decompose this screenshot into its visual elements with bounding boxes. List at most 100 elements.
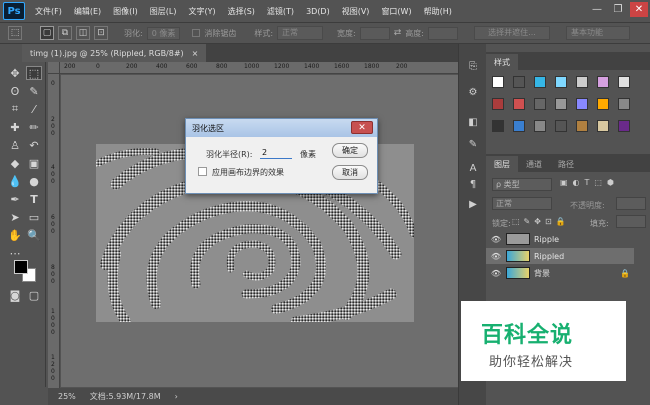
menu-image[interactable]: 图像(I) — [107, 6, 144, 17]
healing-brush-icon[interactable]: ✚ — [7, 120, 23, 134]
dialog-close-button[interactable]: ✕ — [351, 121, 373, 134]
blend-mode-select[interactable]: 正常 — [492, 197, 552, 210]
style-swatch[interactable] — [492, 120, 504, 132]
blur-tool-icon[interactable]: 💧 — [7, 174, 23, 188]
style-swatch[interactable] — [534, 120, 546, 132]
quick-select-icon[interactable]: ✎ — [26, 84, 42, 98]
style-swatch[interactable] — [555, 76, 567, 88]
gradient-tool-icon[interactable]: ▣ — [26, 156, 42, 170]
workspace-select[interactable]: 基本功能 — [566, 26, 630, 40]
layer-row[interactable]: 👁 Ripple — [486, 231, 634, 247]
tab-styles[interactable]: 样式 — [486, 54, 518, 70]
dodge-tool-icon[interactable]: ● — [26, 174, 42, 188]
style-swatch[interactable] — [513, 98, 525, 110]
path-select-icon[interactable]: ➤ — [7, 210, 23, 224]
paragraph-panel-icon[interactable]: ¶ — [465, 176, 481, 192]
intersect-selection-icon[interactable]: ⊡ — [94, 26, 108, 40]
select-and-mask-button[interactable]: 选择并遮住... — [474, 26, 550, 40]
menu-help[interactable]: 帮助(H) — [418, 6, 458, 17]
tab-paths[interactable]: 路径 — [550, 156, 582, 172]
opacity-input[interactable] — [616, 197, 646, 210]
style-swatch[interactable] — [555, 120, 567, 132]
marquee-tool-icon[interactable]: ⬚ — [26, 66, 42, 80]
tab-layers[interactable]: 图层 — [486, 156, 518, 172]
foreground-color-swatch[interactable] — [14, 260, 28, 274]
lasso-tool-icon[interactable]: ʘ — [7, 84, 23, 98]
style-swatch[interactable] — [618, 120, 630, 132]
zoom-tool-icon[interactable]: 🔍 — [26, 228, 42, 242]
height-input[interactable] — [428, 26, 458, 40]
minimize-button[interactable]: — — [588, 2, 606, 17]
type-tool-icon[interactable]: T — [26, 192, 42, 206]
crop-tool-icon[interactable]: ⌗ — [7, 102, 23, 116]
eye-icon[interactable]: 👁 — [490, 252, 502, 261]
quick-mask-icon[interactable]: ◙ — [7, 288, 23, 302]
layer-row[interactable]: 👁 背景 🔒 — [486, 265, 634, 281]
ruler-origin[interactable] — [48, 62, 60, 74]
eye-icon[interactable]: 👁 — [490, 269, 502, 278]
status-menu-arrow-icon[interactable]: › — [175, 392, 178, 401]
lock-icons[interactable]: ⬚✎✥⊡🔒 — [512, 217, 570, 226]
screen-mode-icon[interactable]: ▢ — [26, 288, 42, 302]
add-selection-icon[interactable]: ⧉ — [58, 26, 72, 40]
clone-stamp-icon[interactable]: ♙ — [7, 138, 23, 152]
style-swatch[interactable] — [534, 76, 546, 88]
dialog-title[interactable]: 羽化选区 — [186, 119, 377, 137]
restore-button[interactable]: ❐ — [609, 2, 627, 17]
menu-view[interactable]: 视图(V) — [336, 6, 376, 17]
history-panel-icon[interactable]: ⎘ — [465, 58, 481, 74]
properties-panel-icon[interactable]: ⚙ — [465, 84, 481, 100]
eyedropper-icon[interactable]: ⁄ — [26, 102, 42, 116]
style-swatch[interactable] — [534, 98, 546, 110]
zoom-level[interactable]: 25% — [58, 392, 76, 401]
subtract-selection-icon[interactable]: ◫ — [76, 26, 90, 40]
close-window-button[interactable]: ✕ — [630, 2, 648, 17]
width-input[interactable] — [359, 26, 390, 40]
layer-filter-select[interactable]: ρ 类型 — [492, 178, 552, 191]
eraser-tool-icon[interactable]: ◆ — [7, 156, 23, 170]
style-swatch[interactable] — [576, 98, 588, 110]
character-panel-icon[interactable]: A — [465, 160, 481, 176]
style-swatch[interactable] — [555, 98, 567, 110]
style-select[interactable]: 正常 — [277, 26, 324, 40]
eye-icon[interactable]: 👁 — [490, 235, 502, 244]
more-tools-icon[interactable]: ⋯ — [7, 246, 23, 260]
menu-file[interactable]: 文件(F) — [29, 6, 68, 17]
menu-filter[interactable]: 滤镜(T) — [261, 6, 300, 17]
menu-edit[interactable]: 编辑(E) — [68, 6, 107, 17]
menu-select[interactable]: 选择(S) — [222, 6, 261, 17]
style-swatch[interactable] — [492, 98, 504, 110]
menu-3d[interactable]: 3D(D) — [300, 7, 336, 16]
style-swatch[interactable] — [576, 76, 588, 88]
menu-layer[interactable]: 图层(L) — [144, 6, 183, 17]
adjustments-panel-icon[interactable]: ◧ — [465, 114, 481, 130]
brush-panel-icon[interactable]: ✎ — [465, 136, 481, 152]
play-action-icon[interactable]: ▶ — [465, 196, 481, 212]
new-selection-icon[interactable]: ▢ — [40, 26, 54, 40]
fill-input[interactable] — [616, 215, 646, 228]
style-swatch[interactable] — [618, 98, 630, 110]
brush-tool-icon[interactable]: ✏ — [26, 120, 42, 134]
move-tool-icon[interactable]: ✥ — [7, 66, 23, 80]
close-tab-icon[interactable]: × — [192, 49, 199, 58]
menu-window[interactable]: 窗口(W) — [375, 6, 417, 17]
swap-icon[interactable]: ⇄ — [394, 28, 402, 38]
style-swatch[interactable] — [597, 98, 609, 110]
horizontal-ruler[interactable]: 200 0 200 400 600 800 1000 1200 1400 160… — [60, 62, 458, 74]
style-swatch[interactable] — [597, 120, 609, 132]
apply-canvas-bounds-checkbox[interactable] — [198, 167, 207, 176]
feather-input[interactable]: 0 像素 — [146, 26, 181, 40]
style-swatch[interactable] — [513, 76, 525, 88]
vertical-ruler[interactable]: 0 2 0 0 4 0 0 6 0 0 8 0 0 1 0 0 0 1 2 0 … — [48, 74, 60, 388]
style-swatch[interactable] — [513, 120, 525, 132]
rectangle-tool-icon[interactable]: ▭ — [26, 210, 42, 224]
antialias-checkbox[interactable] — [192, 29, 201, 37]
ok-button[interactable]: 确定 — [332, 143, 368, 158]
feather-radius-input[interactable] — [260, 147, 292, 159]
tab-channels[interactable]: 通道 — [518, 156, 550, 172]
style-swatch[interactable] — [492, 76, 504, 88]
cancel-button[interactable]: 取消 — [332, 165, 368, 180]
style-swatch[interactable] — [576, 120, 588, 132]
history-brush-icon[interactable]: ↶ — [26, 138, 42, 152]
marquee-tool-preset-icon[interactable]: ⬚ — [8, 26, 22, 40]
